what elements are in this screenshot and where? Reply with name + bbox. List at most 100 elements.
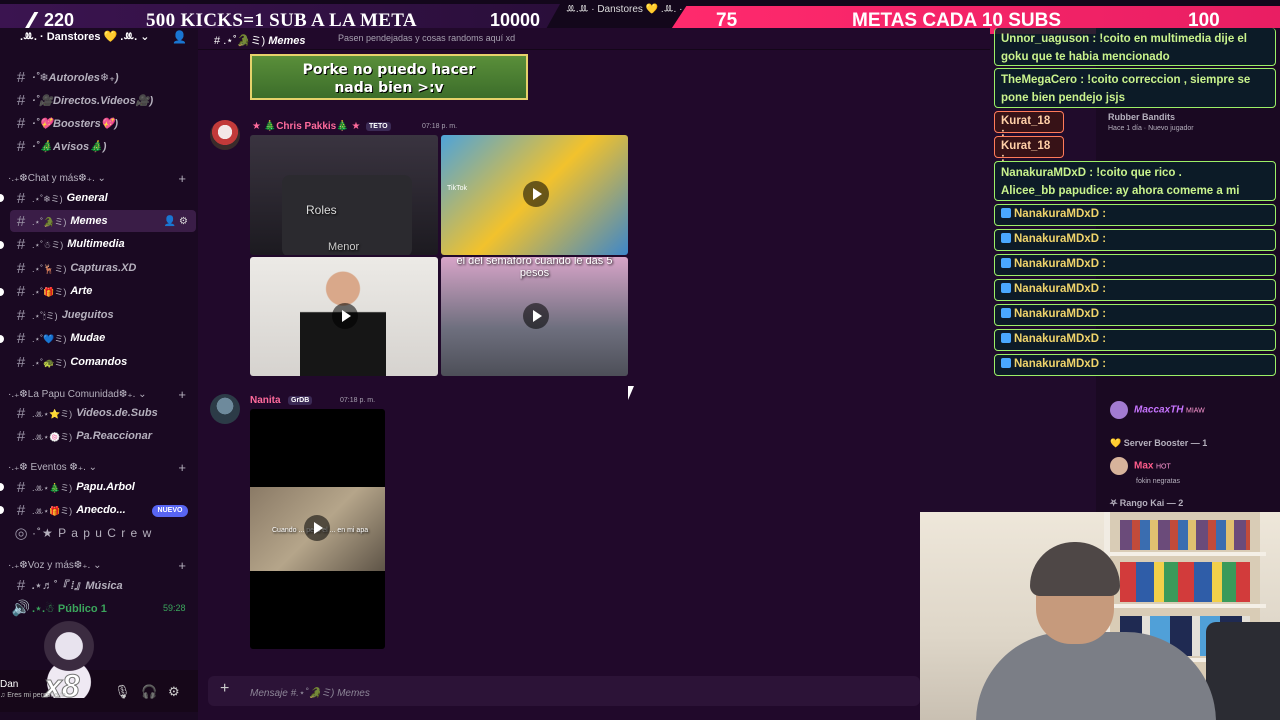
video-roles[interactable]: Roles Menor bbox=[250, 135, 438, 255]
speaker-icon: 🔊 bbox=[11, 600, 31, 617]
category-label: ·.₊❆ Eventos ❆₊. ⌄ bbox=[8, 461, 98, 473]
channel-general[interactable]: # .⋆˚❄︎ミ) General bbox=[10, 187, 196, 209]
channel-prefix: .⋆˚💙ミ) bbox=[32, 333, 67, 344]
overlay-author: NanakuraMDxD : bbox=[1014, 208, 1107, 220]
overlay-message: Kurat_18 : bbox=[994, 136, 1064, 164]
channel-prefix: .⋆˚🕯ミ) bbox=[32, 310, 58, 321]
add-channel-icon[interactable]: + bbox=[178, 558, 186, 573]
hash-icon: # bbox=[16, 501, 26, 519]
overlay-message: TheMegaCero : !coito correccion , siempr… bbox=[994, 68, 1276, 108]
attach-plus-icon[interactable]: + bbox=[220, 680, 229, 698]
channel-prefix: .⋆˚🎁ミ) bbox=[32, 286, 67, 297]
hash-icon: # bbox=[16, 404, 26, 422]
channel-prefix: .ꔛ⋆🎁ミ) bbox=[32, 505, 73, 516]
category-chat[interactable]: ·.₊❆Chat y más❆₊. ⌄ + bbox=[8, 170, 194, 186]
video-vertical[interactable]: Cuando ... pero el ... en mi apa bbox=[250, 409, 385, 649]
channel-prefix: .⋆˚☃ミ) bbox=[32, 239, 64, 250]
message-timestamp: 07:18 p. m. bbox=[340, 397, 376, 404]
add-user-icon[interactable]: 👤 bbox=[172, 30, 187, 44]
hash-icon: # bbox=[16, 114, 26, 132]
avatar[interactable] bbox=[210, 394, 240, 424]
overlay-message: NanakuraMDxD : bbox=[994, 304, 1276, 326]
video-dance[interactable] bbox=[250, 257, 438, 376]
member-category: Server Booster — 1 bbox=[1123, 438, 1208, 448]
category-rango-kai: ⛧ Rango Kai — 2 bbox=[1110, 498, 1184, 508]
channel-label: Papu.Arbol bbox=[76, 481, 135, 493]
play-icon[interactable] bbox=[523, 303, 549, 329]
menor-text: Menor bbox=[328, 241, 360, 253]
overlay-author: NanakuraMDxD : bbox=[1014, 308, 1107, 320]
channel-capturas[interactable]: # .⋆˚🦌ミ) Capturas.XD bbox=[10, 257, 196, 279]
badge-icon bbox=[1001, 258, 1011, 268]
channel-arte[interactable]: # .⋆˚🎁ミ) Arte bbox=[10, 280, 196, 302]
channel-label: ·˚❄︎Autoroles❄︎₊) bbox=[32, 71, 119, 84]
channel-settings-icon[interactable]: 👤 ⚙ bbox=[164, 216, 188, 227]
gear-icon[interactable]: ⚙ bbox=[168, 684, 180, 700]
channel-label: Arte bbox=[70, 285, 93, 297]
channel-label: ·˚💖Boosters💖) bbox=[32, 117, 119, 130]
video-semaforo[interactable]: el del semáforo cuando le das 5 pesos bbox=[441, 257, 628, 376]
channel-mudae[interactable]: # .⋆˚💙ミ) Mudae bbox=[10, 327, 196, 349]
channel-memes[interactable]: # .⋆˚🐊ミ) Memes 👤 ⚙ bbox=[10, 210, 196, 232]
hash-icon: # bbox=[16, 478, 26, 496]
hash-icon: # bbox=[16, 212, 26, 230]
overlay-message: NanakuraMDxD : bbox=[994, 279, 1276, 301]
overlay-text-line2: Alicee_bb papudice: ay ahora comeme a mi bbox=[1001, 185, 1240, 197]
play-icon[interactable] bbox=[332, 303, 358, 329]
channel-multimedia[interactable]: # .⋆˚☃ミ) Multimedia bbox=[10, 233, 196, 255]
channel-label: Capturas.XD bbox=[70, 262, 137, 274]
category-voz[interactable]: ·.₊❆Voz y más❆₊. ⌄ + bbox=[8, 557, 194, 573]
member-macca[interactable]: MaccaxTH MIAW bbox=[1110, 401, 1205, 419]
channel-pa-reaccionar[interactable]: # .ꔛ⋆🍥ミ) Pa.Reaccionar bbox=[10, 425, 196, 447]
badge-icon bbox=[1001, 333, 1011, 343]
avatar[interactable] bbox=[210, 120, 240, 150]
overlay-message: NanakuraMDxD : !coito que rico . Alicee_b… bbox=[994, 161, 1276, 201]
roles-text: Roles bbox=[306, 203, 337, 217]
channel-papu-arbol[interactable]: # .ꔛ⋆🎄ミ) Papu.Arbol bbox=[10, 476, 196, 498]
channel-autoroles[interactable]: # ·˚❄︎Autoroles❄︎₊) bbox=[10, 66, 196, 88]
overlay-message: NanakuraMDxD : bbox=[994, 204, 1276, 226]
channel-directos[interactable]: # ·˚🎥Directos.Videos🎥) bbox=[10, 89, 196, 111]
message-author[interactable]: ★ 🎄Chris Pakkis🎄 ★ bbox=[252, 121, 360, 132]
message-author[interactable]: Nanita bbox=[250, 395, 281, 406]
category-papu[interactable]: ·.₊❆La Papu Comunidad❆₊. ⌄ + bbox=[8, 386, 194, 402]
channel-boosters[interactable]: # ·˚💖Boosters💖) bbox=[10, 112, 196, 134]
badge-icon bbox=[1001, 233, 1011, 243]
channel-label: Comandos bbox=[70, 356, 128, 368]
category-label: ·.₊❆Chat y más❆₊. ⌄ bbox=[8, 172, 106, 184]
server-header[interactable]: .ꔛ. · Danstores 💛 .ꔛ. ⌄ 👤 bbox=[0, 30, 198, 48]
channel-label: Mudae bbox=[70, 332, 106, 344]
overlay-author: NanakuraMDxD : bbox=[1014, 358, 1107, 370]
add-channel-icon[interactable]: + bbox=[178, 171, 186, 186]
video-simpsons[interactable]: TikTok bbox=[441, 135, 628, 255]
member-max[interactable]: Max HOT fokin negratas bbox=[1110, 457, 1180, 485]
user-status: ♫ Eres mi persona fa... bbox=[0, 692, 72, 699]
channel-avisos[interactable]: # ·˚🎄Avisos🎄) bbox=[10, 135, 196, 157]
channel-comandos[interactable]: # .⋆˚🐢ミ) Comandos bbox=[10, 351, 196, 373]
channel-label: General bbox=[66, 192, 108, 204]
channel-videos-subs[interactable]: # .ꔛ⋆⭐ミ) Videos.de.Subs bbox=[10, 402, 196, 424]
category-eventos[interactable]: ·.₊❆ Eventos ❆₊. ⌄ + bbox=[8, 459, 194, 475]
meme-image[interactable]: Porke no puedo hacer nada bien >:v bbox=[250, 54, 528, 100]
meme-caption-line1: Porke no puedo hacer bbox=[302, 62, 476, 78]
headphones-icon[interactable]: 🎧 bbox=[141, 684, 157, 700]
add-channel-icon[interactable]: + bbox=[178, 387, 186, 402]
channel-jueguitos[interactable]: # .⋆˚🕯ミ) Jueguitos bbox=[10, 304, 196, 326]
play-icon[interactable] bbox=[304, 515, 330, 541]
channel-prefix: .⋆˚🦌ミ) bbox=[32, 263, 67, 274]
collectibles bbox=[1120, 520, 1250, 550]
webcam-feed bbox=[920, 512, 1280, 720]
message-composer[interactable]: + Mensaje #.⋆˚🐊ミ) Memes bbox=[208, 676, 920, 706]
play-icon[interactable] bbox=[523, 181, 549, 207]
add-channel-icon[interactable]: + bbox=[178, 460, 186, 475]
meme-caption-line2: nada bien >:v bbox=[334, 80, 444, 96]
channel-papu-crew[interactable]: ◎ ·˚★ P a p u C r e w bbox=[10, 522, 196, 544]
member-rubber-bandits[interactable]: Rubber Bandits Hace 1 día · Nuevo jugador bbox=[1108, 112, 1194, 132]
overlay-author: NanakuraMDxD : bbox=[1014, 333, 1107, 345]
channel-musica[interactable]: # .⋆♬˚『 ⁞』Música bbox=[10, 574, 196, 596]
member-tag: MIAW bbox=[1185, 407, 1205, 415]
microphone-icon[interactable]: 🎙 bbox=[114, 684, 131, 700]
channel-label: Anecdo... bbox=[76, 504, 126, 516]
shelf-board bbox=[1110, 552, 1266, 556]
composer-placeholder: Mensaje #.⋆˚🐊ミ) Memes bbox=[250, 688, 370, 699]
